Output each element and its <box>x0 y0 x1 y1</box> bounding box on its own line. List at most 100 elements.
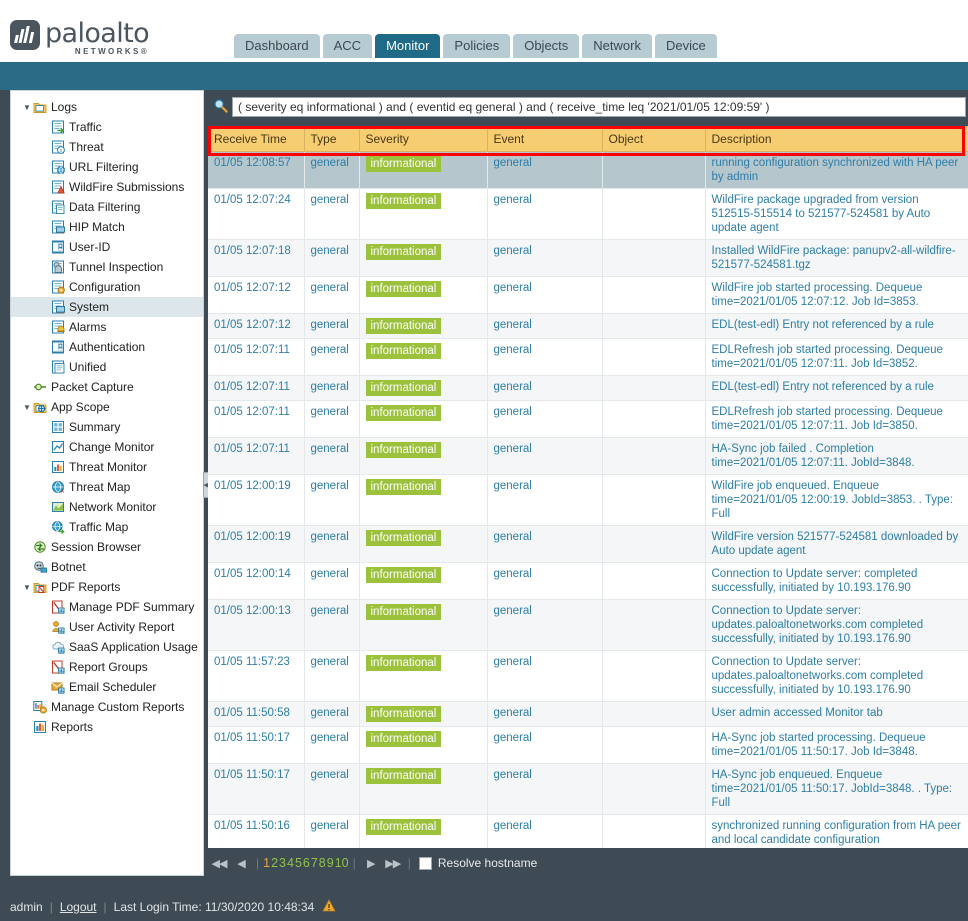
cell-severity: informational <box>359 474 488 526</box>
paloalto-logo-mark-icon <box>10 20 40 50</box>
page-number-2[interactable]: 2 <box>271 856 278 870</box>
monitor-sidebar-tree[interactable]: ▼ Logs Traffic x Threat URL Filtering WildFire… <box>10 90 204 876</box>
cell-severity: informational <box>359 276 488 314</box>
warning-icon[interactable] <box>322 899 336 915</box>
last-page-button[interactable]: ▶▶ <box>382 857 404 870</box>
sidebar-item-wildfire-submissions[interactable]: WildFire Submissions <box>11 177 203 197</box>
page-number-10[interactable]: 10 <box>335 856 349 870</box>
sidebar-item-label: Botnet <box>51 560 86 574</box>
main-tab-bar: Dashboard ACC Monitor Policies Objects Networ… <box>234 34 717 58</box>
cell-severity: informational <box>359 525 488 563</box>
table-row[interactable]: 01/05 12:07:11 general informational genera… <box>208 375 968 401</box>
sidebar-item-unified[interactable]: Unified <box>11 357 203 377</box>
sidebar-item-hip-match[interactable]: HIP Match <box>11 217 203 237</box>
sidebar-item-traffic-map[interactable]: Traffic Map <box>11 517 203 537</box>
sidebar-item-manage-pdf-summary[interactable]: Manage PDF Summary <box>11 597 203 617</box>
column-header-severity[interactable]: Severity <box>359 126 488 152</box>
cell-receive-time: 01/05 12:07:11 <box>208 400 305 438</box>
sidebar-item-system[interactable]: System <box>11 297 203 317</box>
table-row[interactable]: 01/05 12:08:57 general informational genera… <box>208 151 968 189</box>
table-row[interactable]: 01/05 11:50:17 general informational genera… <box>208 726 968 764</box>
filter-expression-input[interactable] <box>232 97 966 117</box>
table-row[interactable]: 01/05 11:50:16 general informational genera… <box>208 814 968 848</box>
column-header-type[interactable]: Type <box>304 126 360 152</box>
cell-type: general <box>304 763 360 815</box>
session-browser-icon <box>33 540 47 554</box>
tab-device[interactable]: Device <box>654 34 717 58</box>
table-row[interactable]: 01/05 12:07:12 general informational genera… <box>208 276 968 314</box>
log-table-container[interactable]: Receive Time Type Severity Event Object Descr… <box>208 126 968 848</box>
sidebar-item-authentication[interactable]: Authentication <box>11 337 203 357</box>
first-page-button[interactable]: ◀◀ <box>208 857 230 870</box>
page-number-4[interactable]: 4 <box>287 856 294 870</box>
column-header-receive-time[interactable]: Receive Time <box>208 126 305 152</box>
sidebar-item-threat[interactable]: x Threat <box>11 137 203 157</box>
sidebar-item-botnet[interactable]: Botnet <box>11 557 203 577</box>
resolve-hostname-checkbox[interactable] <box>418 856 432 870</box>
table-row[interactable]: 01/05 12:07:11 general informational genera… <box>208 400 968 438</box>
tab-dashboard[interactable]: Dashboard <box>234 34 320 58</box>
table-row[interactable]: 01/05 12:07:18 general informational genera… <box>208 239 968 277</box>
table-row[interactable]: 01/05 12:00:19 general informational genera… <box>208 474 968 526</box>
chevron-down-icon[interactable]: ▼ <box>21 583 33 592</box>
table-row[interactable]: 01/05 12:07:11 general informational genera… <box>208 338 968 376</box>
sidebar-item-packet-capture[interactable]: Packet Capture <box>11 377 203 397</box>
page-number-9[interactable]: 9 <box>327 856 334 870</box>
sidebar-item-threat-monitor[interactable]: Threat Monitor <box>11 457 203 477</box>
column-header-event[interactable]: Event <box>487 126 603 152</box>
cell-severity: informational <box>359 188 488 240</box>
page-number-5[interactable]: 5 <box>295 856 302 870</box>
sidebar-item-pdf-reports[interactable]: ▼ PDF Reports <box>11 577 203 597</box>
search-icon[interactable] <box>208 98 232 116</box>
sidebar-item-traffic[interactable]: Traffic <box>11 117 203 137</box>
sidebar-item-threat-map[interactable]: x Threat Map <box>11 477 203 497</box>
logout-link[interactable]: Logout <box>60 900 97 914</box>
sidebar-item-session-browser[interactable]: Session Browser <box>11 537 203 557</box>
sidebar-item-network-monitor[interactable]: Network Monitor <box>11 497 203 517</box>
table-row[interactable]: 01/05 11:57:23 general informational genera… <box>208 650 968 702</box>
tab-policies[interactable]: Policies <box>443 34 511 58</box>
sidebar-item-tunnel-inspection[interactable]: Tunnel Inspection <box>11 257 203 277</box>
tab-network[interactable]: Network <box>582 34 652 58</box>
sidebar-item-change-monitor[interactable]: Change Monitor <box>11 437 203 457</box>
column-header-description[interactable]: Description <box>705 126 968 152</box>
sidebar-item-configuration[interactable]: Configuration <box>11 277 203 297</box>
sidebar-item-reports[interactable]: Reports <box>11 717 203 737</box>
table-row[interactable]: 01/05 12:00:14 general informational genera… <box>208 562 968 600</box>
chevron-down-icon[interactable]: ▼ <box>21 403 33 412</box>
table-row[interactable]: 01/05 12:07:11 general informational genera… <box>208 437 968 475</box>
table-row[interactable]: 01/05 11:50:17 general informational genera… <box>208 763 968 815</box>
sidebar-item-alarms[interactable]: Alarms <box>11 317 203 337</box>
sidebar-item-report-groups[interactable]: Report Groups <box>11 657 203 677</box>
tab-monitor[interactable]: Monitor <box>375 34 441 58</box>
chevron-down-icon[interactable]: ▼ <box>21 103 33 112</box>
sidebar-item-data-filtering[interactable]: Data Filtering <box>11 197 203 217</box>
page-number-6[interactable]: 6 <box>303 856 310 870</box>
sidebar-item-app-scope[interactable]: ▼ App Scope <box>11 397 203 417</box>
page-number-3[interactable]: 3 <box>279 856 286 870</box>
page-number-1[interactable]: 1 <box>263 856 270 870</box>
sidebar-item-logs[interactable]: ▼ Logs <box>11 97 203 117</box>
sidebar-item-user-id[interactable]: User-ID <box>11 237 203 257</box>
sidebar-item-email-scheduler[interactable]: Email Scheduler <box>11 677 203 697</box>
sidebar-item-user-activity-report[interactable]: User Activity Report <box>11 617 203 637</box>
page-number-8[interactable]: 8 <box>319 856 326 870</box>
page-number-7[interactable]: 7 <box>311 856 318 870</box>
tab-objects[interactable]: Objects <box>513 34 580 58</box>
sidebar-item-manage-custom-reports[interactable]: Manage Custom Reports <box>11 697 203 717</box>
next-page-button[interactable]: ▶ <box>360 857 382 870</box>
table-row[interactable]: 01/05 12:07:12 general informational genera… <box>208 313 968 339</box>
tab-acc[interactable]: ACC <box>322 34 373 58</box>
table-row[interactable]: 01/05 12:07:24 general informational genera… <box>208 188 968 240</box>
column-header-object[interactable]: Object <box>602 126 706 152</box>
sidebar-item-summary[interactable]: Summary <box>11 417 203 437</box>
sidebar-item-url-filtering[interactable]: URL Filtering <box>11 157 203 177</box>
cell-event: general <box>487 188 603 240</box>
change-monitor-icon <box>51 440 65 454</box>
table-row[interactable]: 01/05 12:00:19 general informational genera… <box>208 525 968 563</box>
prev-page-button[interactable]: ◀ <box>230 857 252 870</box>
cell-description: WildFire package upgraded from version 5… <box>705 188 968 240</box>
sidebar-item-saas-application-usage[interactable]: SaaS Application Usage <box>11 637 203 657</box>
table-row[interactable]: 01/05 11:50:58 general informational genera… <box>208 701 968 727</box>
table-row[interactable]: 01/05 12:00:13 general informational genera… <box>208 599 968 651</box>
